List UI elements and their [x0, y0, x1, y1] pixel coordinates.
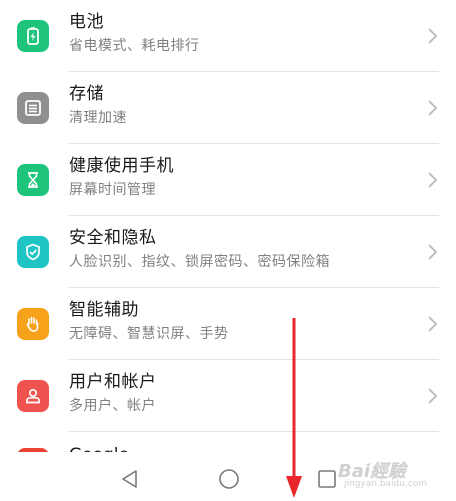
chevron-right-icon — [428, 316, 438, 332]
settings-item-subtitle: 多用户、帐户 — [69, 398, 156, 414]
settings-item-smart-assistance[interactable]: 智能辅助 无障碍、智慧识屏、手势 — [0, 288, 456, 360]
chevron-right-icon — [428, 28, 438, 44]
red-arrow-annotation — [286, 318, 302, 498]
storage-icon — [17, 92, 49, 124]
settings-item-title: 健康使用手机 — [69, 156, 174, 176]
settings-item-digital-balance[interactable]: 健康使用手机 屏幕时间管理 — [0, 144, 456, 216]
settings-item-battery[interactable]: 电池 省电模式、耗电排行 — [0, 0, 456, 72]
settings-item-subtitle: 屏幕时间管理 — [69, 182, 156, 198]
shield-icon — [17, 236, 49, 268]
back-triangle-icon[interactable] — [119, 468, 141, 490]
settings-item-subtitle: 人脸识别、指纹、锁屏密码、密码保险箱 — [69, 254, 330, 270]
user-icon — [17, 380, 49, 412]
settings-item-subtitle: 省电模式、耗电排行 — [69, 38, 200, 54]
settings-item-title: 智能辅助 — [69, 300, 139, 320]
chevron-right-icon — [428, 244, 438, 260]
settings-list: 电池 省电模式、耗电排行 存储 清理加速 健康使用手机 屏幕时间管理 安全和隐私… — [0, 0, 456, 432]
settings-item-subtitle: 无障碍、智慧识屏、手势 — [69, 326, 229, 342]
settings-item-title: 电池 — [69, 12, 104, 32]
settings-item-title: 安全和隐私 — [69, 228, 157, 248]
hand-icon — [17, 308, 49, 340]
hourglass-icon — [17, 164, 49, 196]
settings-item-users-accounts[interactable]: 用户和帐户 多用户、帐户 — [0, 360, 456, 432]
settings-item-security[interactable]: 安全和隐私 人脸识别、指纹、锁屏密码、密码保险箱 — [0, 216, 456, 288]
settings-item-title: 存储 — [69, 84, 104, 104]
chevron-right-icon — [428, 100, 438, 116]
watermark-sub-text: jingyan.baidu.com — [344, 479, 428, 489]
settings-item-storage[interactable]: 存储 清理加速 — [0, 72, 456, 144]
chevron-right-icon — [428, 388, 438, 404]
settings-item-subtitle: 清理加速 — [69, 110, 127, 126]
chevron-right-icon — [428, 172, 438, 188]
watermark: Bai經驗 jingyan.baidu.com — [318, 455, 438, 495]
battery-icon — [17, 20, 49, 52]
home-circle-icon[interactable] — [218, 468, 240, 490]
settings-item-title: 用户和帐户 — [69, 372, 157, 392]
